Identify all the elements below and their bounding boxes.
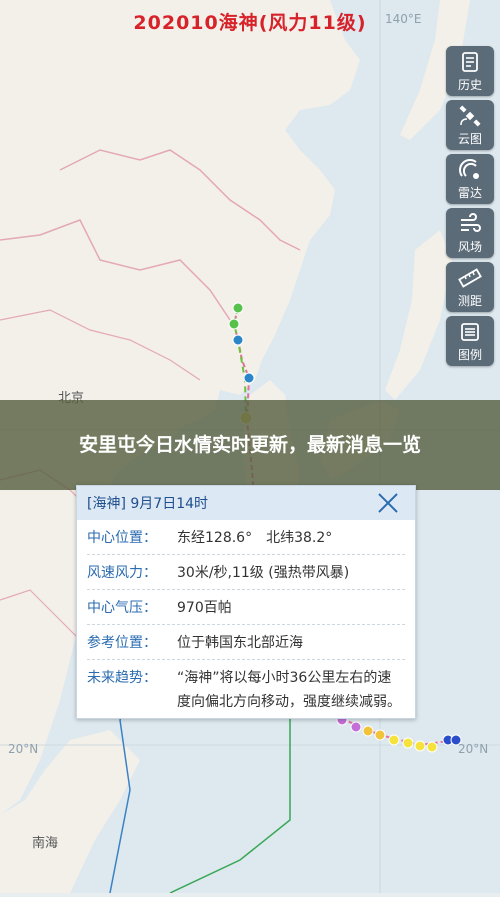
lat-label-20n-left: 20°N bbox=[8, 742, 39, 756]
radar-label: 雷达 bbox=[457, 185, 482, 200]
row-value: 970百帕 bbox=[177, 600, 232, 616]
row-key: 参考位置： bbox=[87, 635, 157, 651]
satellite-label: 云图 bbox=[457, 131, 482, 146]
map-toolbar: 历史 云图 雷达 风场 测距 图例 bbox=[446, 46, 494, 370]
ruler-button[interactable]: 测距 bbox=[446, 262, 494, 312]
headline-banner: 安里屯今日水情实时更新，最新消息一览 bbox=[0, 400, 500, 490]
row-key: 中心气压： bbox=[87, 600, 157, 616]
history-label: 历史 bbox=[457, 77, 482, 92]
legend-icon bbox=[461, 322, 479, 341]
satellite-icon bbox=[459, 104, 481, 127]
history-icon bbox=[462, 51, 478, 72]
row-pressure: 中心气压： 970百帕 bbox=[77, 590, 415, 624]
wind-icon bbox=[461, 212, 481, 232]
lat-label-20n-right: 20°N bbox=[458, 742, 489, 756]
satellite-button[interactable]: 云图 bbox=[446, 100, 494, 150]
row-future-trend: 未来趋势： “海神”将以每小时36公里左右的速度向偏北方向移动，强度继续减弱。 bbox=[77, 660, 415, 718]
radar-button[interactable]: 雷达 bbox=[446, 154, 494, 204]
headline-text: 安里屯今日水情实时更新，最新消息一览 bbox=[78, 434, 421, 456]
row-value: 位于韩国东北部近海 bbox=[177, 635, 303, 651]
wind-label: 风场 bbox=[457, 239, 482, 254]
row-wind-speed: 风速风力： 30米/秒,11级 (强热带风暴) bbox=[77, 555, 415, 589]
popup-title: [海神] 9月7日14时 bbox=[87, 496, 209, 512]
history-button[interactable]: 历史 bbox=[446, 46, 494, 96]
typhoon-info-popup: [海神] 9月7日14时 中心位置： 东经128.6° 北纬38.2° 风速风力… bbox=[76, 485, 416, 719]
close-icon[interactable] bbox=[375, 490, 401, 516]
legend-label: 图例 bbox=[457, 347, 482, 362]
lon-label-140e: 140°E bbox=[385, 12, 422, 26]
row-value: 东经128.6° 北纬38.2° bbox=[177, 530, 333, 546]
row-key: 中心位置： bbox=[87, 530, 157, 546]
wind-button[interactable]: 风场 bbox=[446, 208, 494, 258]
radar-icon bbox=[459, 158, 479, 179]
ruler-icon bbox=[458, 267, 482, 288]
row-key: 未来趋势： bbox=[87, 670, 157, 686]
row-key: 风速风力： bbox=[87, 565, 157, 581]
row-value: 30米/秒,11级 (强热带风暴) bbox=[177, 565, 350, 581]
row-center-position: 中心位置： 东经128.6° 北纬38.2° bbox=[77, 520, 415, 554]
popup-header: [海神] 9月7日14时 bbox=[77, 486, 415, 520]
row-reference-position: 参考位置： 位于韩国东北部近海 bbox=[77, 625, 415, 659]
ruler-label: 测距 bbox=[457, 293, 482, 308]
place-south-sea: 南海 bbox=[32, 836, 59, 851]
row-value: “海神”将以每小时36公里左右的速度向偏北方向移动，强度继续减弱。 bbox=[177, 670, 401, 710]
map-title: 202010海神(风力11级) bbox=[133, 12, 367, 34]
legend-button[interactable]: 图例 bbox=[446, 316, 494, 366]
